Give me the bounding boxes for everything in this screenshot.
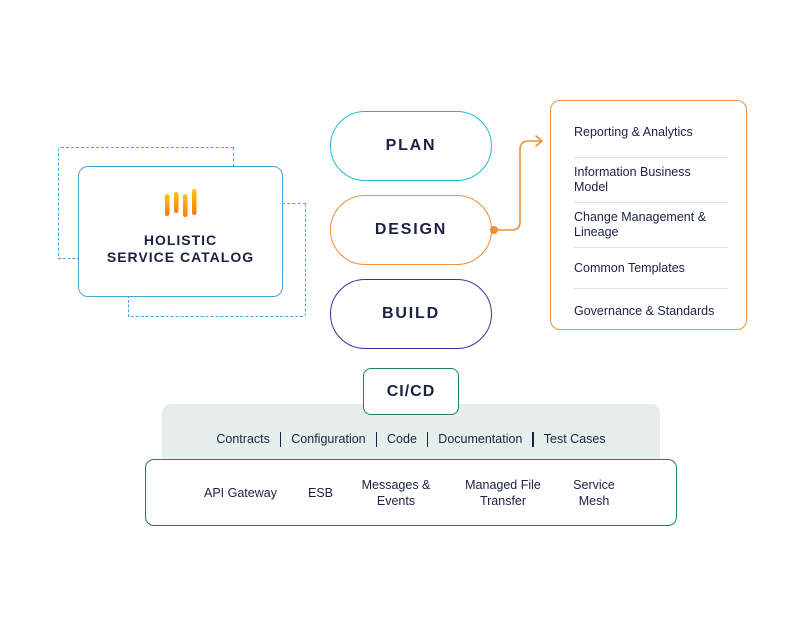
design-details-panel: Reporting & Analytics Information Busine… [550,100,747,330]
artifact-separator [375,431,378,447]
design-item: Governance & Standards [574,303,715,318]
connector-line [494,140,541,231]
dashed-front-card-edge [282,203,306,205]
design-item: Information Business Model [574,158,728,203]
artifact-separator [532,431,534,447]
integration-item: Service Mesh [573,478,615,508]
bar-chart-logo-icon [165,189,197,217]
artifact-separator [426,431,429,447]
integration-item: Messages & Events [361,478,431,508]
catalog-title: HOLISTIC SERVICE CATALOG [78,232,283,266]
artifact-item: Code [387,432,417,446]
dashed-back-card-edge [58,258,80,260]
artifact-item: Configuration [291,432,366,446]
integration-item: Managed File Transfer [465,478,541,508]
design-item: Common Templates [574,248,728,289]
integration-item: ESB [308,486,334,500]
artifact-item: Test Cases [543,432,606,446]
integration-item: API Gateway [204,486,277,500]
dashed-back-card-edge [233,147,235,167]
design-item: Change Management & Lineage [574,203,728,248]
phase-plan[interactable]: PLAN [330,111,492,181]
cicd-label-box[interactable]: CI/CD [363,368,459,415]
phase-build[interactable]: BUILD [330,279,492,349]
artifact-item: Contracts [216,432,270,446]
design-connector-arrow [490,135,543,234]
cicd-artifacts-list: Contracts Configuration Code Documentati… [162,430,660,448]
dashed-front-card-edge [128,295,130,317]
artifact-separator [279,431,282,447]
catalog-title-line1: HOLISTIC [143,232,218,248]
design-item: Reporting & Analytics [574,101,728,158]
phase-design[interactable]: DESIGN [330,195,492,265]
artifact-item: Documentation [438,432,523,446]
catalog-title-line2: SERVICE CATALOG [106,249,255,265]
